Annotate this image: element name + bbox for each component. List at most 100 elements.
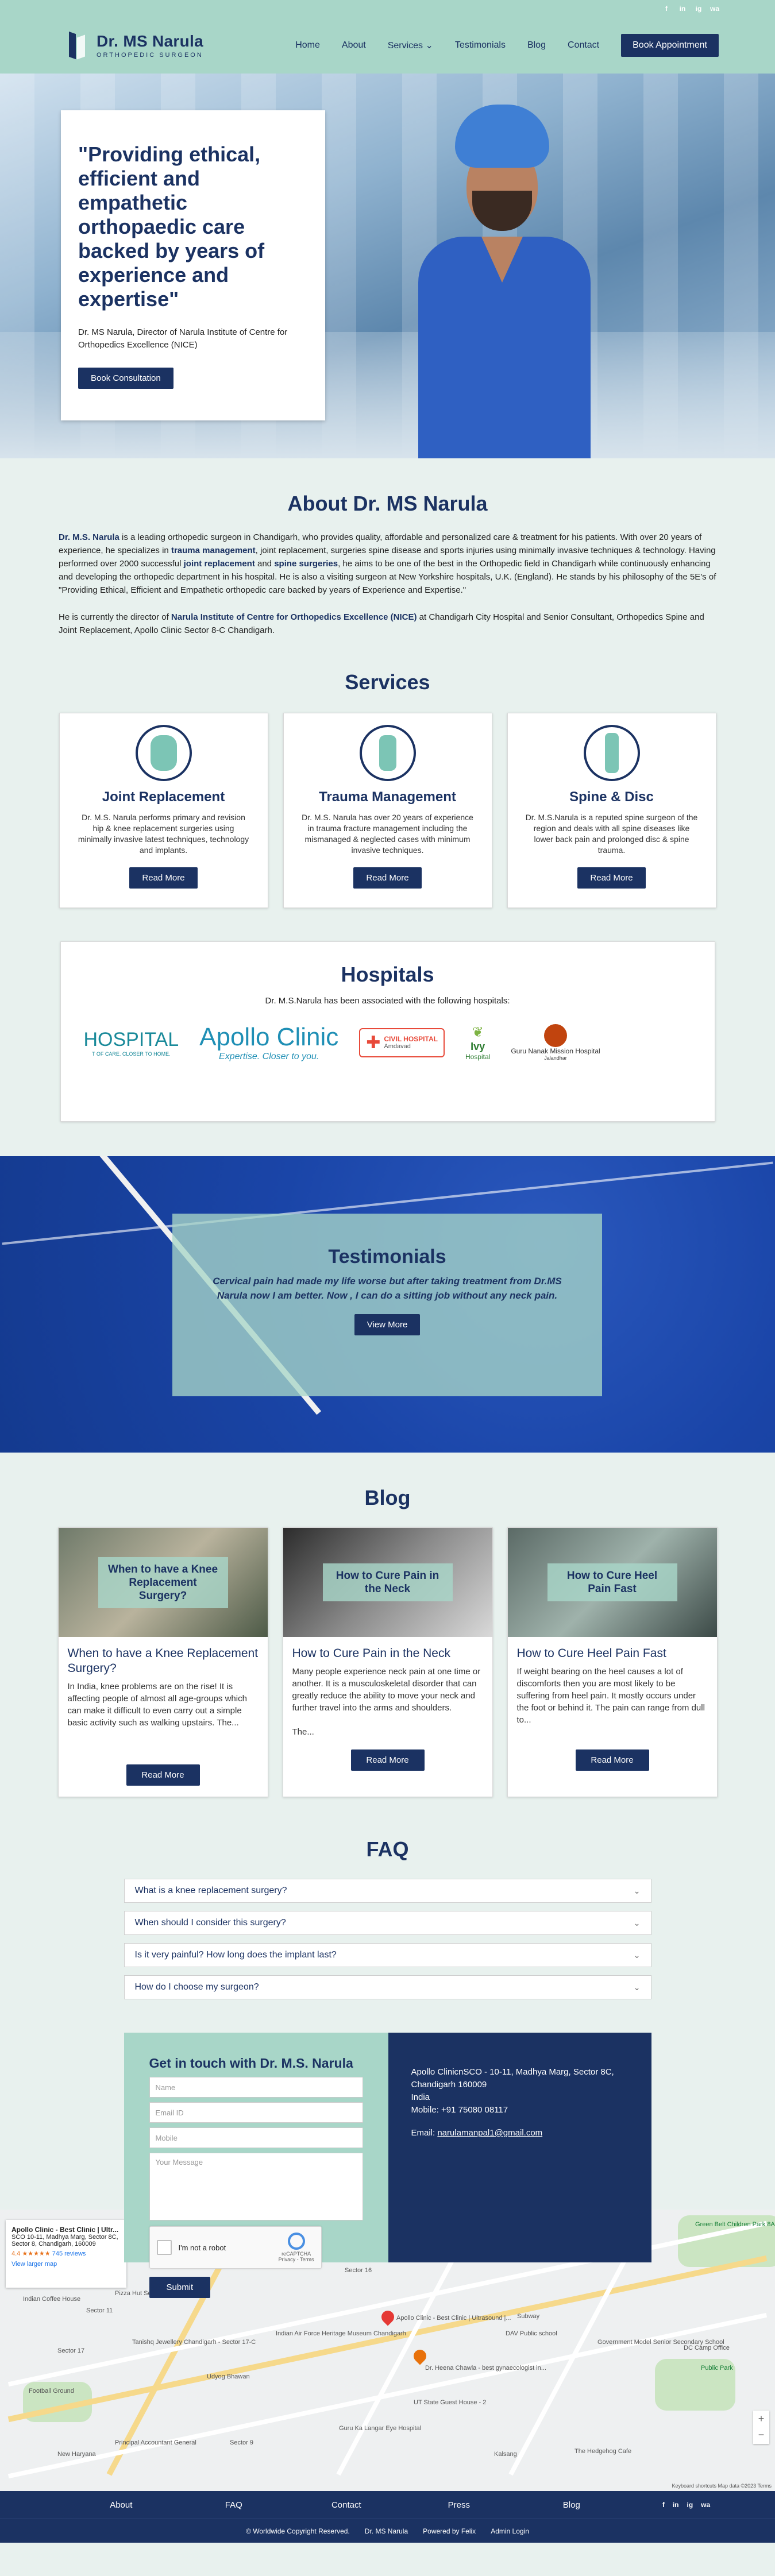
service-title: Spine & Disc xyxy=(569,789,654,805)
nav-home[interactable]: Home xyxy=(295,40,320,51)
view-larger-map-link[interactable]: View larger map xyxy=(11,2261,121,2268)
view-more-button[interactable]: View More xyxy=(354,1314,421,1335)
ivy-leaf-icon: ❦ xyxy=(472,1025,484,1040)
blog-image-neck[interactable]: How to Cure Pain in the Neck xyxy=(283,1528,492,1637)
blog-image-heel[interactable]: How to Cure Heel Pain Fast xyxy=(507,1528,717,1637)
hero-quote-card: "Providing ethical, efficient and empath… xyxy=(61,110,325,420)
testimonial-card: Testimonials Cervical pain had made my l… xyxy=(172,1214,602,1396)
blog-image-knee[interactable]: When to have a Knee Replacement Surgery? xyxy=(58,1528,268,1637)
footer-nav: About FAQ Contact Press Blog f in ig wa xyxy=(0,2491,775,2519)
recaptcha-widget: I'm not a robot reCAPTCHA Privacy - Terms xyxy=(149,2226,322,2269)
footer-link-faq[interactable]: FAQ xyxy=(178,2500,290,2510)
blog-post-title[interactable]: How to Cure Heel Pain Fast xyxy=(517,1646,708,1661)
contact-country: India xyxy=(411,2092,430,2102)
service-text: Dr. M.S.Narula is a reputed spine surgeo… xyxy=(525,813,698,855)
top-social-bar: f in ig wa xyxy=(0,0,775,17)
powered-by[interactable]: Powered by Felix xyxy=(423,2527,476,2535)
facebook-icon[interactable]: f xyxy=(662,5,670,13)
captcha-label: I'm not a robot xyxy=(178,2243,226,2252)
instagram-icon[interactable]: ig xyxy=(687,2501,693,2509)
hero-quote: "Providing ethical, efficient and empath… xyxy=(78,142,265,311)
submit-button[interactable]: Submit xyxy=(149,2277,211,2298)
chevron-down-icon: ⌄ xyxy=(633,1982,641,1992)
email-field[interactable]: Email ID xyxy=(149,2102,363,2123)
blog-title: Blog xyxy=(364,1486,411,1509)
faq-title: FAQ xyxy=(366,1837,409,1861)
blog-post-title[interactable]: When to have a Knee Replacement Surgery? xyxy=(68,1646,259,1676)
site-logo[interactable]: Dr. MS Narula ORTHOPEDIC SURGEON xyxy=(68,30,203,60)
footer-site-link[interactable]: Dr. MS Narula xyxy=(365,2527,408,2535)
whatsapp-icon[interactable]: wa xyxy=(701,2501,710,2509)
hospital-logo: HOSPITAL T OF CARE. CLOSER TO HOME. xyxy=(83,1028,179,1057)
location-pin-icon[interactable] xyxy=(379,2308,397,2326)
civil-hospital-logo: ✚ CIVIL HOSPITAL Amdavad xyxy=(359,1028,445,1057)
footer-link-blog[interactable]: Blog xyxy=(515,2500,628,2510)
link-joint-replacement[interactable]: joint replacement xyxy=(184,559,255,569)
nav-blog[interactable]: Blog xyxy=(527,40,546,51)
captcha-checkbox[interactable] xyxy=(156,2240,172,2255)
message-field[interactable]: Your Message xyxy=(149,2153,363,2220)
footer-link-press[interactable]: Press xyxy=(403,2500,515,2510)
faq-item[interactable]: When should I consider this surgery? ⌄ xyxy=(124,1911,651,1935)
map-zoom-control[interactable]: + − xyxy=(753,2411,769,2444)
nav-about[interactable]: About xyxy=(342,40,366,51)
faq-section: FAQ What is a knee replacement surgery? ⌄… xyxy=(0,1797,775,1999)
email-link[interactable]: narulamanpal1@gmail.com xyxy=(437,2128,542,2138)
about-paragraph-1: Dr. M.S. Narula is a leading orthopedic … xyxy=(59,532,716,595)
ivy-hospital-logo: ❦ Ivy Hospital xyxy=(465,1025,491,1061)
name-field[interactable]: Name xyxy=(149,2077,363,2098)
testimonials-title: Testimonials xyxy=(328,1246,446,1268)
service-text: Dr. M.S. Narula has over 20 years of exp… xyxy=(302,813,473,855)
main-nav: Home About Services ⌄ Testimonials Blog … xyxy=(295,34,719,57)
admin-login-link[interactable]: Admin Login xyxy=(491,2527,529,2535)
book-appointment-button[interactable]: Book Appointment xyxy=(621,34,719,57)
footer-link-about[interactable]: About xyxy=(65,2500,178,2510)
contact-address: Apollo ClinicnSCO - 10-11, Madhya Marg, … xyxy=(411,2067,614,2090)
reviews-link[interactable]: 745 reviews xyxy=(52,2250,86,2257)
hospital-logo-carousel[interactable]: HOSPITAL T OF CARE. CLOSER TO HOME. Apol… xyxy=(61,1023,715,1062)
footer-copyright: © Worldwide Copyright Reserved. Dr. MS N… xyxy=(0,2519,775,2543)
read-more-button[interactable]: Read More xyxy=(577,867,646,889)
read-more-button[interactable]: Read More xyxy=(575,1749,649,1771)
instagram-icon[interactable]: ig xyxy=(695,5,703,13)
nav-services[interactable]: Services ⌄ xyxy=(388,40,433,51)
contact-title: Get in touch with Dr. M.S. Narula xyxy=(149,2056,353,2071)
link-spine[interactable]: spine surgeries xyxy=(274,559,338,569)
book-consultation-button[interactable]: Book Consultation xyxy=(78,368,173,389)
service-card-trauma: Trauma Management Dr. M.S. Narula has ov… xyxy=(283,713,492,908)
emblem-icon xyxy=(544,1024,568,1047)
linkedin-icon[interactable]: in xyxy=(673,2501,679,2509)
read-more-button[interactable]: Read More xyxy=(350,1749,425,1771)
hero-byline: Dr. MS Narula, Director of Narula Instit… xyxy=(78,327,288,350)
contact-section: Get in touch with Dr. M.S. Narula Name E… xyxy=(124,2033,651,2298)
logo-name: Dr. MS Narula xyxy=(97,32,203,50)
services-title: Services xyxy=(345,670,430,694)
footer-link-contact[interactable]: Contact xyxy=(290,2500,403,2510)
read-more-button[interactable]: Read More xyxy=(126,1764,200,1786)
service-card-joint: Joint Replacement Dr. M.S. Narula perfor… xyxy=(59,713,268,908)
blog-post-title[interactable]: How to Cure Pain in the Neck xyxy=(292,1646,483,1661)
facebook-icon[interactable]: f xyxy=(662,2501,665,2509)
map-place-card: Apollo Clinic - Best Clinic | Ultr... SC… xyxy=(6,2220,126,2288)
whatsapp-icon[interactable]: wa xyxy=(710,5,719,13)
recaptcha-icon xyxy=(287,2233,305,2250)
mobile-field[interactable]: Mobile xyxy=(149,2127,363,2148)
doctor-photo xyxy=(415,93,622,458)
chevron-down-icon: ⌄ xyxy=(633,1886,641,1895)
faq-item[interactable]: What is a knee replacement surgery? ⌄ xyxy=(124,1879,651,1903)
faq-item[interactable]: Is it very painful? How long does the im… xyxy=(124,1943,651,1967)
read-more-button[interactable]: Read More xyxy=(129,867,198,889)
bone-fracture-icon xyxy=(359,725,416,781)
linkedin-icon[interactable]: in xyxy=(678,5,687,13)
location-pin-icon[interactable] xyxy=(411,2347,429,2365)
read-more-button[interactable]: Read More xyxy=(353,867,422,889)
link-trauma[interactable]: trauma management xyxy=(171,546,256,555)
knee-joint-icon xyxy=(135,725,192,781)
services-section: Services Joint Replacement Dr. M.S. Naru… xyxy=(0,637,775,908)
chevron-down-icon: ⌄ xyxy=(425,41,433,51)
logo-mark-icon xyxy=(68,30,92,60)
nav-contact[interactable]: Contact xyxy=(568,40,599,51)
faq-item[interactable]: How do I choose my surgeon? ⌄ xyxy=(124,1975,651,1999)
nav-testimonials[interactable]: Testimonials xyxy=(455,40,506,51)
testimonial-quote: Cervical pain had made my life worse but… xyxy=(213,1276,562,1301)
